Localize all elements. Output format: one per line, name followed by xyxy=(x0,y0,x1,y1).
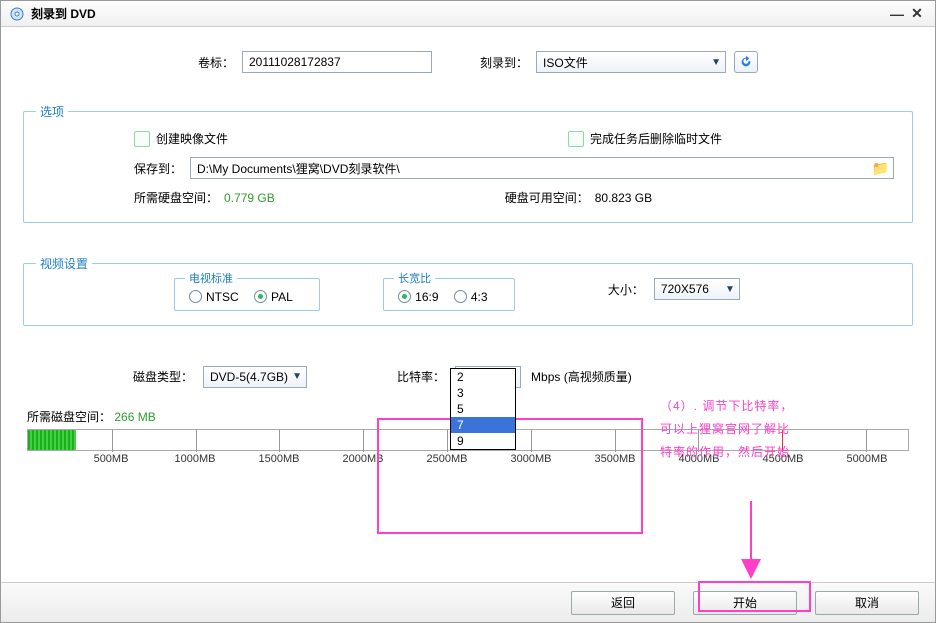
window-title: 刻录到 DVD xyxy=(31,5,96,22)
tick-label: 500MB xyxy=(94,453,129,465)
folder-icon[interactable]: 📁 xyxy=(872,160,889,177)
options-fieldset: 选项 创建映像文件 完成任务后删除临时文件 保存到： D:\My Documen… xyxy=(23,111,913,223)
minimize-button[interactable]: — xyxy=(887,6,907,22)
app-window: 刻录到 DVD — ✕ 卷标： 刻录到： ISO文件 ▼ 选项 创建映像文件 xyxy=(0,0,936,623)
lower-row: 磁盘类型： DVD-5(4.7GB) ▼ 比特率： 7 ▼ Mbps (高视频质… xyxy=(13,336,923,398)
ntsc-label: NTSC xyxy=(206,290,239,304)
create-image-label: 创建映像文件 xyxy=(156,130,228,147)
titlebar: 刻录到 DVD — ✕ xyxy=(1,1,935,27)
pal-label: PAL xyxy=(271,290,293,304)
bitrate-dropdown[interactable]: 23579 xyxy=(450,368,516,450)
aspect-group: 长宽比 16:9 4:3 xyxy=(383,278,514,311)
cancel-button[interactable]: 取消 xyxy=(815,591,919,615)
bitrate-option[interactable]: 9 xyxy=(451,433,515,449)
start-button[interactable]: 开始 xyxy=(693,591,797,615)
bitrate-label: 比特率： xyxy=(397,368,445,385)
video-legend: 视频设置 xyxy=(36,255,92,272)
required-space-value: 0.779 GB xyxy=(224,191,275,205)
bitrate-option[interactable]: 3 xyxy=(451,385,515,401)
r169-label: 16:9 xyxy=(415,290,438,304)
tick-label: 1000MB xyxy=(175,453,216,465)
r43-radio[interactable] xyxy=(454,290,467,303)
size-box: 大小： 720X576 ▼ xyxy=(608,278,740,300)
available-space-label: 硬盘可用空间： xyxy=(505,189,589,206)
required-space-label: 所需硬盘空间： xyxy=(134,189,218,206)
tick-label: 2000MB xyxy=(343,453,384,465)
options-legend: 选项 xyxy=(36,103,68,120)
disk-required-label: 所需磁盘空间： xyxy=(27,410,111,424)
tick-label: 1500MB xyxy=(259,453,300,465)
disk-required-value: 266 MB xyxy=(114,410,155,424)
size-label: 大小： xyxy=(608,281,644,298)
back-button[interactable]: 返回 xyxy=(571,591,675,615)
size-value: 720X576 xyxy=(661,282,709,296)
tv-standard-legend: 电视标准 xyxy=(185,270,237,286)
chevron-down-icon: ▼ xyxy=(711,57,721,68)
chevron-down-icon: ▼ xyxy=(292,371,302,382)
burn-to-label: 刻录到： xyxy=(480,54,528,71)
delete-temp-label: 完成任务后删除临时文件 xyxy=(590,130,722,147)
save-to-label: 保存到： xyxy=(134,160,190,177)
button-bar: 返回 开始 取消 xyxy=(1,582,935,622)
volume-label-input[interactable] xyxy=(242,51,432,73)
bitrate-option[interactable]: 7 xyxy=(451,417,515,433)
tick-label: 2500MB xyxy=(427,453,468,465)
size-combo[interactable]: 720X576 ▼ xyxy=(654,278,740,300)
tv-standard-group: 电视标准 NTSC PAL xyxy=(174,278,320,311)
burn-to-value: ISO文件 xyxy=(543,54,588,71)
r169-radio[interactable] xyxy=(398,290,411,303)
bitrate-unit: Mbps (高视频质量) xyxy=(531,368,632,385)
disk-usage-fill xyxy=(28,430,76,450)
close-button[interactable]: ✕ xyxy=(907,5,927,22)
disc-type-value: DVD-5(4.7GB) xyxy=(210,370,288,384)
save-to-path-input[interactable]: D:\My Documents\狸窝\DVD刻录软件\ 📁 xyxy=(190,157,894,179)
tick-label: 3500MB xyxy=(594,453,635,465)
r43-label: 4:3 xyxy=(471,290,488,304)
aspect-legend: 长宽比 xyxy=(394,270,435,286)
burn-to-combo[interactable]: ISO文件 ▼ xyxy=(536,51,726,73)
header-row: 卷标： 刻录到： ISO文件 ▼ xyxy=(13,37,923,83)
video-fieldset: 视频设置 电视标准 NTSC PAL 长宽比 16:9 4:3 大小： 720X… xyxy=(23,263,913,326)
disc-type-combo[interactable]: DVD-5(4.7GB) ▼ xyxy=(203,366,307,388)
pal-radio[interactable] xyxy=(254,290,267,303)
save-to-path-value: D:\My Documents\狸窝\DVD刻录软件\ xyxy=(197,160,400,177)
app-icon xyxy=(9,6,25,22)
bitrate-option[interactable]: 2 xyxy=(451,369,515,385)
create-image-checkbox[interactable] xyxy=(134,131,150,147)
available-space-value: 80.823 GB xyxy=(595,191,652,205)
annotation-arrow-icon xyxy=(731,501,771,581)
bitrate-option[interactable]: 5 xyxy=(451,401,515,417)
refresh-button[interactable] xyxy=(734,51,758,73)
tick-label: 3000MB xyxy=(511,453,552,465)
volume-label-label: 卷标： xyxy=(198,54,234,71)
chevron-down-icon: ▼ xyxy=(725,284,735,295)
disc-type-label: 磁盘类型： xyxy=(133,368,193,385)
delete-temp-checkbox[interactable] xyxy=(568,131,584,147)
ntsc-radio[interactable] xyxy=(189,290,202,303)
annotation-text: （4）. 调节下比特率， 可以上狸窝官网了解比 特率的作用，然后开始 xyxy=(660,395,920,463)
